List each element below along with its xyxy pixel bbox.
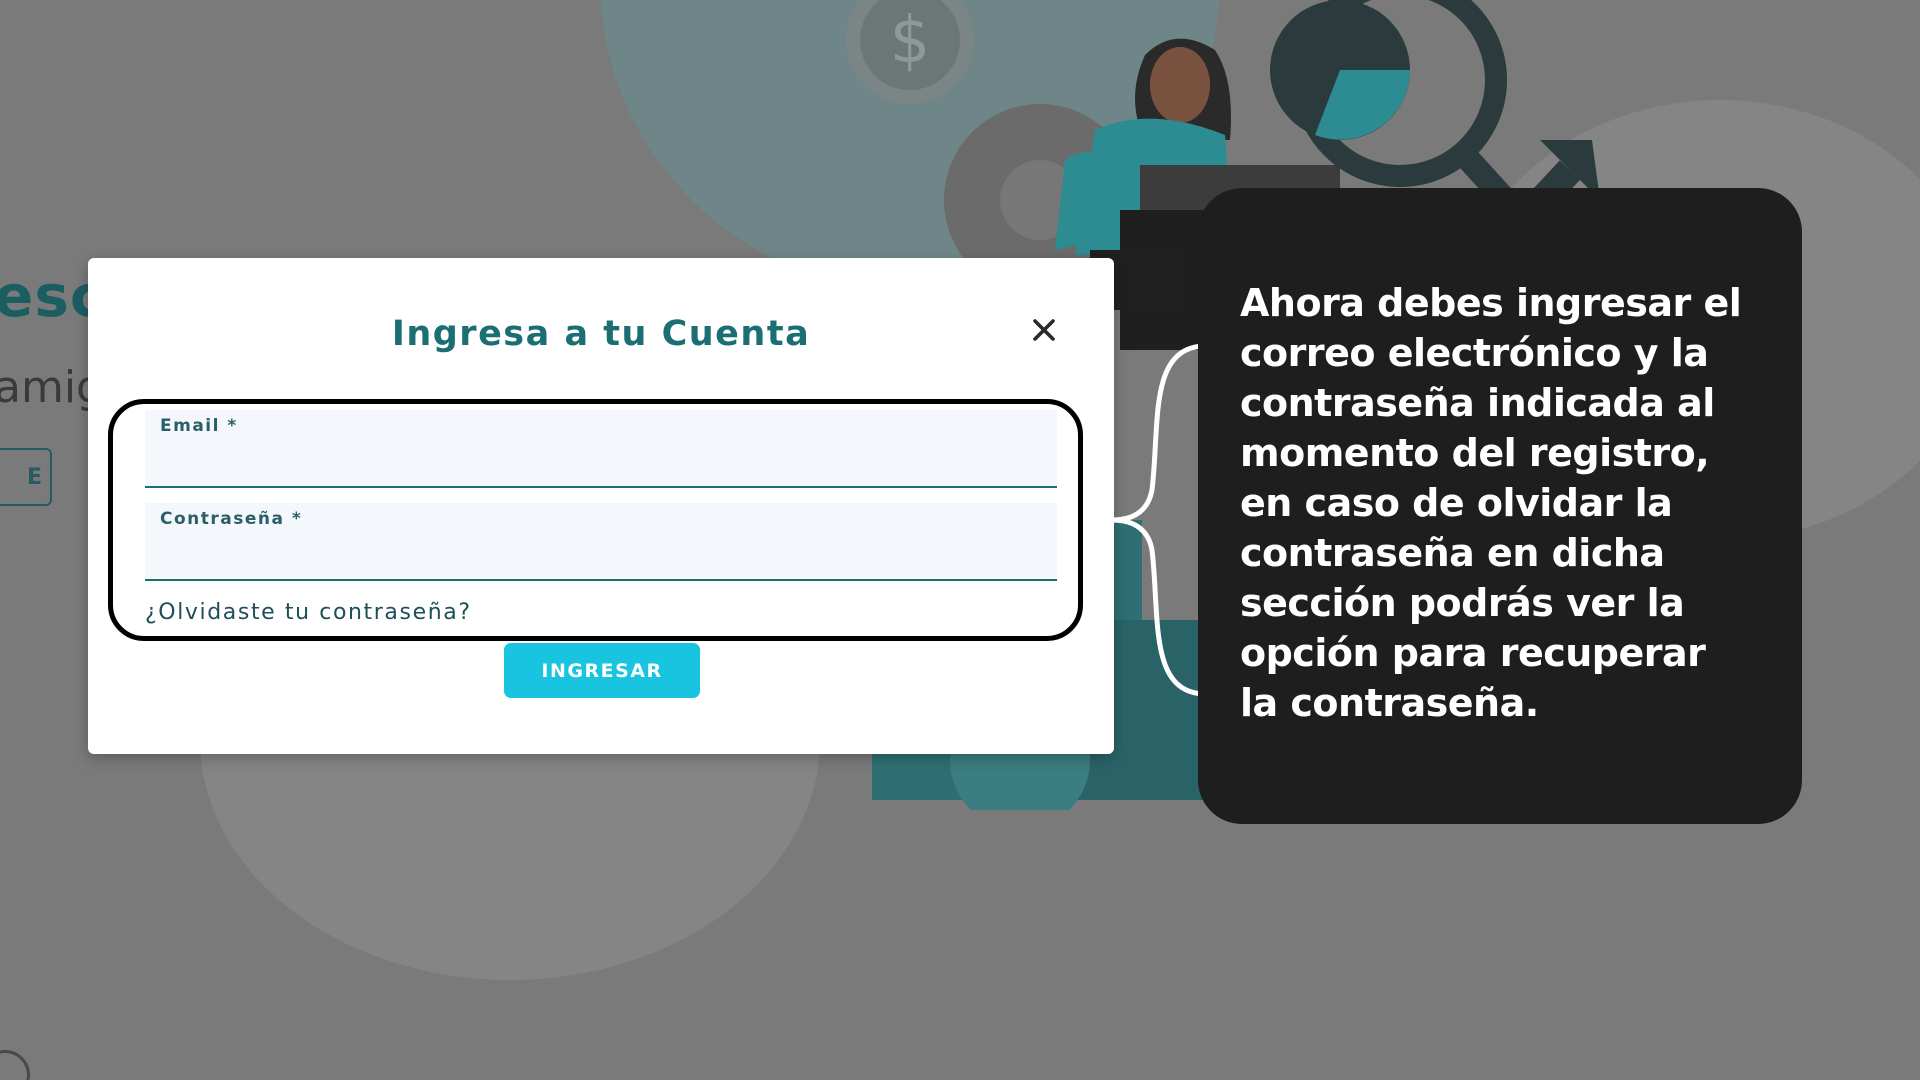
login-modal: Ingresa a tu Cuenta Email * Contraseña *… bbox=[88, 258, 1114, 754]
email-input[interactable] bbox=[160, 444, 1042, 480]
curly-brace-icon bbox=[1108, 340, 1210, 700]
background-button: E bbox=[0, 448, 52, 506]
password-label: Contraseña * bbox=[160, 509, 303, 529]
password-input[interactable] bbox=[160, 537, 1042, 573]
background-button-label: E bbox=[26, 464, 42, 490]
close-icon bbox=[1033, 319, 1055, 341]
submit-button[interactable]: INGRESAR bbox=[504, 643, 700, 698]
dollar-coin-icon: $ bbox=[846, 0, 974, 104]
password-field[interactable]: Contraseña * bbox=[145, 503, 1057, 581]
annotation-box: Ahora debes ingresar el correo electróni… bbox=[1198, 188, 1802, 824]
brace-shape bbox=[1111, 343, 1209, 697]
background-round-button bbox=[0, 1050, 30, 1080]
forgot-password-link[interactable]: ¿Olvidaste tu contraseña? bbox=[145, 600, 472, 625]
email-field[interactable]: Email * bbox=[145, 410, 1057, 488]
email-label: Email * bbox=[160, 416, 238, 436]
annotation-text: Ahora debes ingresar el correo electróni… bbox=[1240, 281, 1742, 725]
modal-title: Ingresa a tu Cuenta bbox=[391, 314, 811, 354]
close-button[interactable] bbox=[1026, 312, 1062, 348]
svg-text:$: $ bbox=[890, 4, 931, 78]
